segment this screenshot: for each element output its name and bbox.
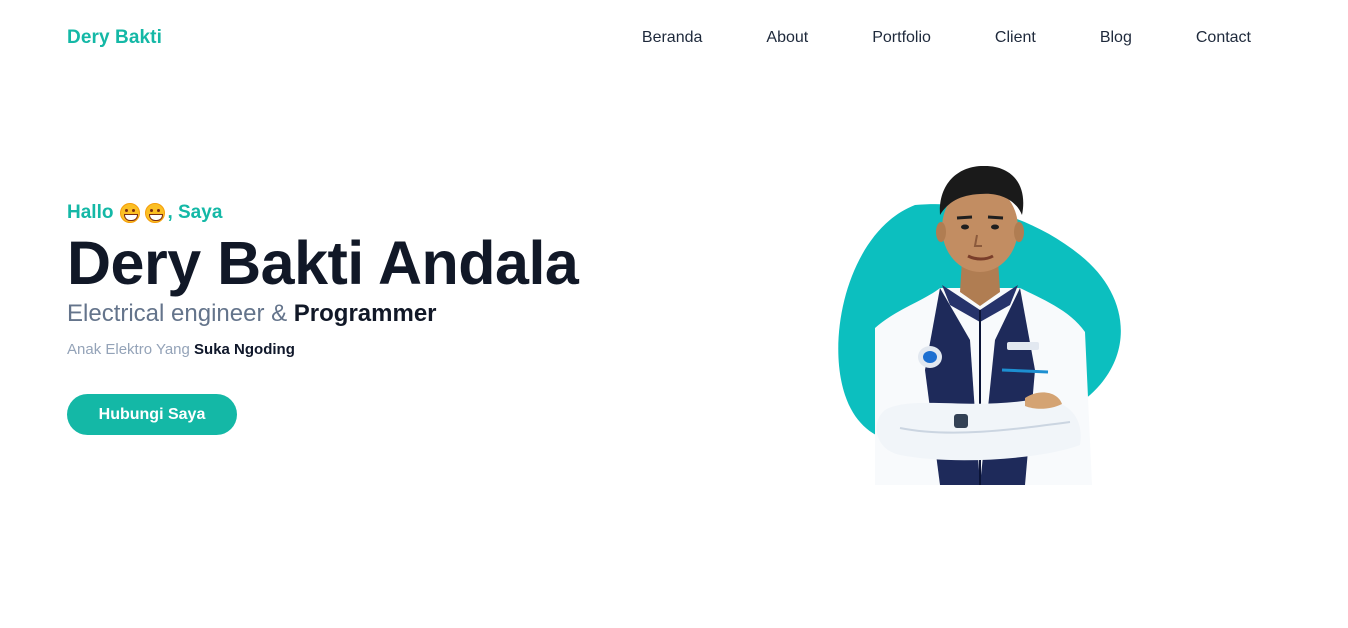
nav-menu: Beranda About Portfolio Client Blog Cont… <box>642 28 1251 47</box>
nav-link-client[interactable]: Client <box>995 29 1036 46</box>
contact-me-button[interactable]: Hubungi Saya <box>67 394 237 435</box>
nav-link-blog[interactable]: Blog <box>1100 29 1132 46</box>
portrait-illustration <box>838 165 1121 485</box>
tagline-text: Anak Elektro Yang <box>67 341 195 358</box>
nav-link-about[interactable]: About <box>766 29 808 46</box>
nav-link-beranda[interactable]: Beranda <box>642 29 703 46</box>
nav-item-about: About <box>766 28 808 47</box>
greeting-suffix: , Saya <box>167 202 223 223</box>
hero-tagline: Anak Elektro Yang Suka Ngoding <box>67 341 707 359</box>
greeting-text: Hallo <box>67 202 114 223</box>
nav-item-portfolio: Portfolio <box>872 28 931 47</box>
nav-item-blog: Blog <box>1100 28 1132 47</box>
hero-portrait <box>830 160 1130 490</box>
navbar: Dery Bakti Beranda About Portfolio Clien… <box>0 0 1348 76</box>
hero-greeting: Hallo , Saya <box>67 200 707 226</box>
role-text: Electrical engineer & <box>67 300 294 327</box>
nav-item-contact: Contact <box>1196 28 1251 47</box>
nav-link-contact[interactable]: Contact <box>1196 29 1251 46</box>
role-highlight: Programmer <box>293 300 437 327</box>
hero-section: Hallo , Saya Dery Bakti Andala Electrica… <box>67 200 707 359</box>
grinning-face-icon <box>145 203 166 223</box>
brand-logo[interactable]: Dery Bakti <box>67 27 162 49</box>
nav-link-portfolio[interactable]: Portfolio <box>872 29 931 46</box>
grinning-face-icon <box>120 203 141 223</box>
nav-item-beranda: Beranda <box>642 28 703 47</box>
hero-name: Dery Bakti Andala <box>67 229 579 297</box>
tagline-highlight: Suka Ngoding <box>194 341 295 358</box>
nav-item-client: Client <box>995 28 1036 47</box>
hero-role: Electrical engineer & Programmer <box>67 299 707 329</box>
